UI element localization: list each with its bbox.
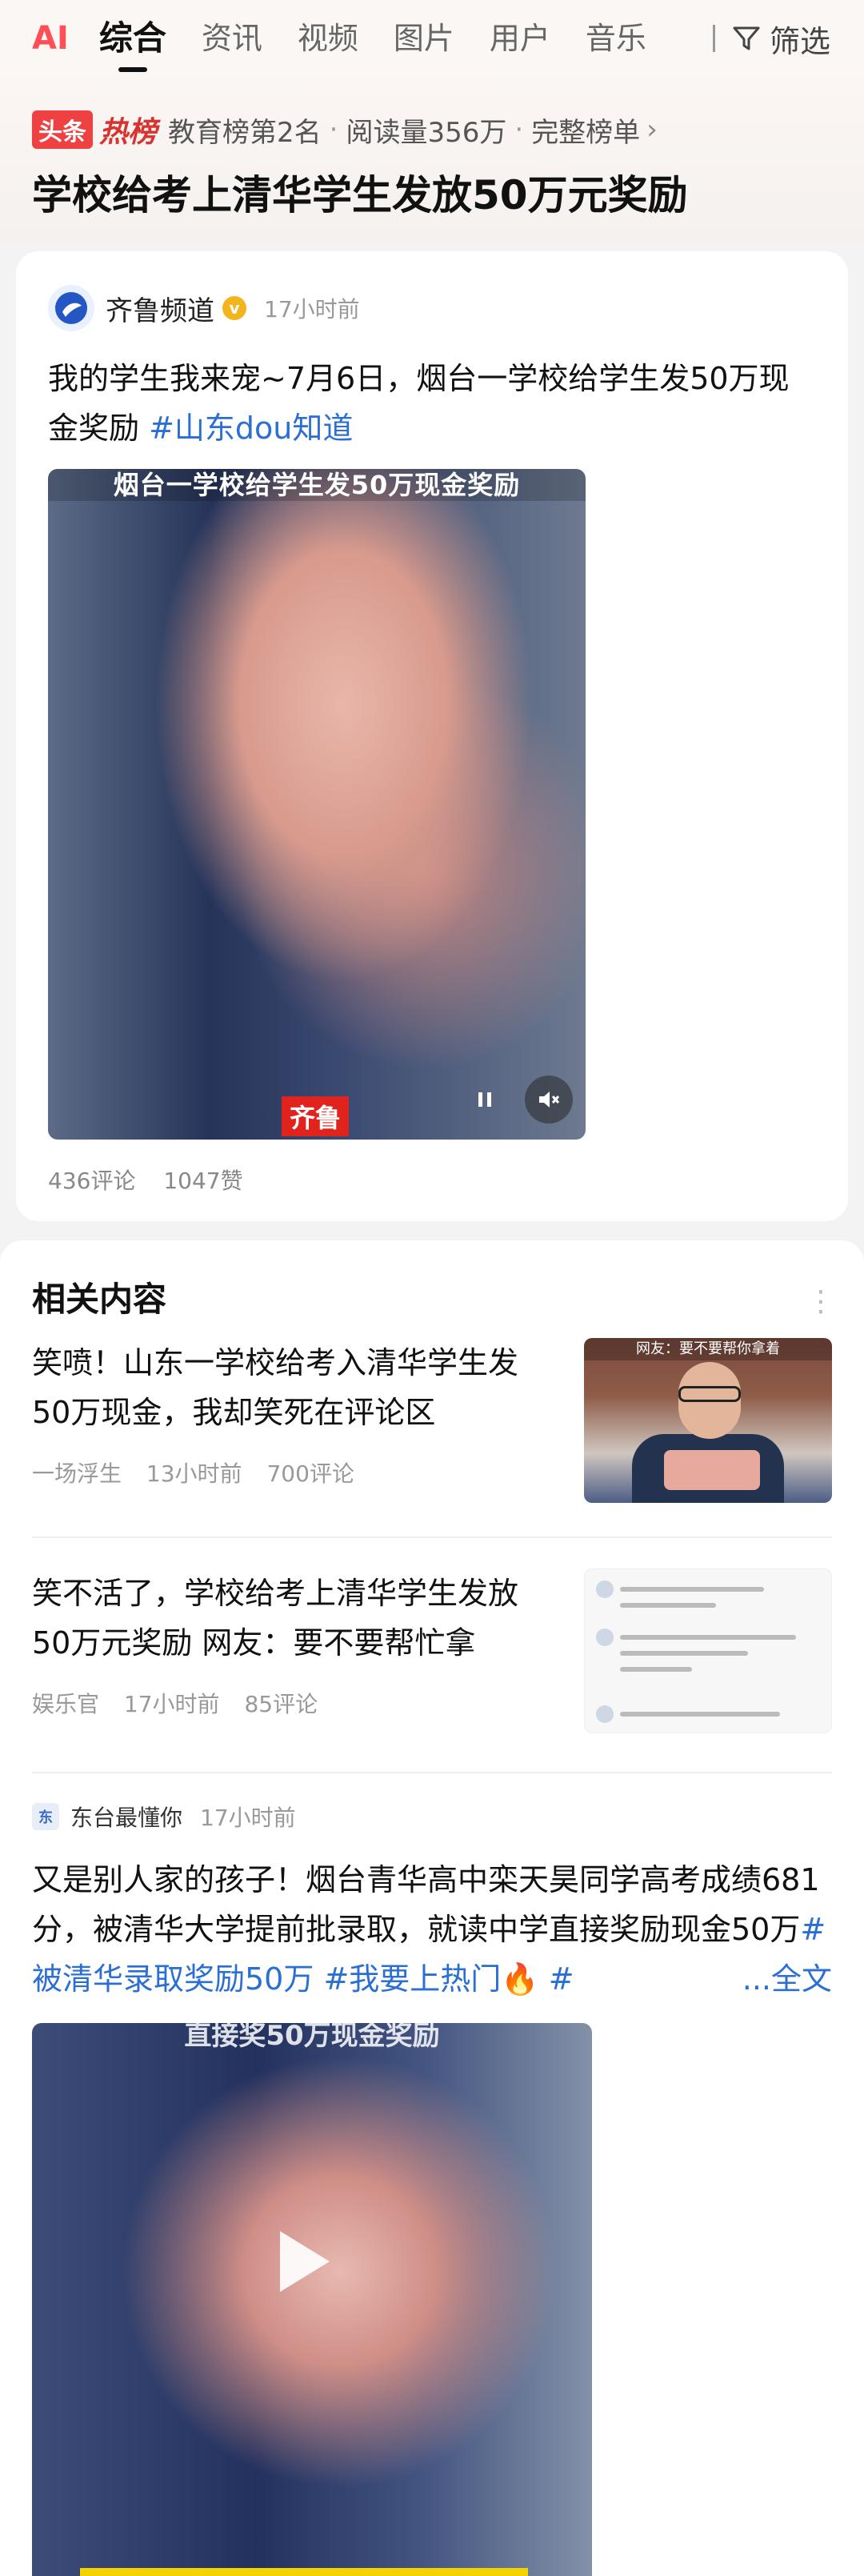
related-item-thumbnail[interactable] (584, 1568, 832, 1733)
comment-line (620, 1587, 764, 1592)
divider (32, 1536, 832, 1538)
video-caption: 烟台一学校给学生发50万现金奖励 (48, 469, 586, 501)
post-source[interactable]: 齐鲁频道 v 17小时前 (48, 285, 360, 331)
toutiao-badge: 头条 (32, 110, 93, 149)
comment-line (620, 1667, 692, 1672)
related-item-comments: 700评论 (266, 1460, 354, 1487)
related-item[interactable]: 笑喷！山东一学校给考入清华学生发50万现金，我却笑死在评论区 一场浮生 13小时… (32, 1338, 832, 1506)
related-item-thumbnail[interactable]: 网友：要不要帮你拿着 (584, 1338, 832, 1503)
comment-avatar (596, 1705, 614, 1723)
chevron-right-icon: › (646, 114, 658, 146)
comment-line (620, 1635, 796, 1640)
feed-time: 17小时前 (200, 1805, 296, 1831)
tab-video[interactable]: 视频 (298, 14, 358, 62)
comment-line (620, 1651, 748, 1656)
video-player[interactable]: 烟台一学校给学生发50万现金奖励 齐鲁 (48, 469, 586, 1140)
tab-users[interactable]: 用户 (490, 14, 550, 62)
divider (32, 1772, 832, 1773)
post-stats: 436评论 1047赞 (48, 1164, 264, 1196)
filter-icon (733, 26, 760, 50)
comment-avatar (596, 1629, 614, 1646)
video-banner-bar (80, 2568, 528, 2576)
source-logo-icon: 东 (32, 1803, 59, 1830)
thumbnail-money (664, 1450, 760, 1490)
channel-logo-icon (48, 285, 94, 331)
comment-line (620, 1712, 780, 1717)
source-name[interactable]: 齐鲁频道 (106, 289, 214, 328)
video-caption: 直接奖50万现金奖励 (184, 2023, 440, 2052)
post-time: 17小时前 (264, 296, 360, 323)
filter-label: 筛选 (769, 23, 830, 59)
feed-source-name[interactable]: 东台最懂你 (70, 1801, 182, 1833)
comment-avatar (596, 1580, 614, 1598)
related-item-time: 13小时前 (146, 1460, 242, 1487)
pause-icon[interactable] (461, 1076, 509, 1124)
related-item-meta: 娱乐官 17小时前 85评论 (32, 1687, 335, 1719)
ai-tab[interactable]: AI (32, 14, 69, 62)
thumbnail-caption: 网友：要不要帮你拿着 (584, 1338, 832, 1360)
read-count: 阅读量356万 (346, 116, 507, 149)
filter-button[interactable]: 筛选 (712, 14, 830, 62)
video-post-card[interactable]: 齐鲁频道 v 17小时前 我的学生我来宠~7月6日，烟台一学校给学生发50万现金… (16, 251, 848, 1221)
thumbnail-glasses (678, 1386, 741, 1402)
related-item-title[interactable]: 笑喷！山东一学校给考入清华学生发50万现金，我却笑死在评论区 (32, 1338, 552, 1437)
hashtag-link[interactable]: # (549, 1961, 574, 1997)
hot-topic-title[interactable]: 学校给考上清华学生发放50万元奖励 (32, 163, 688, 221)
related-item-time: 17小时前 (123, 1691, 220, 1717)
tab-news[interactable]: 资讯 (202, 14, 262, 62)
comment-line (620, 1603, 716, 1608)
related-item-author: 一场浮生 (32, 1460, 122, 1487)
more-options-icon[interactable]: ⋮ (806, 1285, 835, 1318)
related-item-comments: 85评论 (244, 1691, 318, 1717)
dot-separator: · (329, 114, 338, 146)
related-item-meta: 一场浮生 13小时前 700评论 (32, 1456, 372, 1488)
like-count[interactable]: 1047赞 (163, 1168, 242, 1194)
full-list-link[interactable]: 完整榜单 (531, 110, 640, 150)
post-text[interactable]: 我的学生我来宠~7月6日，烟台一学校给学生发50万现金奖励 #山东dou知道 (48, 354, 816, 453)
watermark-logo: 齐鲁 (282, 1096, 350, 1136)
hashtag-link[interactable]: #山东dou知道 (149, 411, 353, 446)
expand-full-text[interactable]: ...全文 (734, 1954, 832, 2004)
feed-post-text[interactable]: 又是别人家的孩子！烟台青华高中栾天昊同学高考成绩681分，被清华大学提前批录取，… (32, 1855, 832, 2004)
related-item[interactable]: 笑不活了，学校给考上清华学生发放50万元奖励 网友：要不要帮忙拿 娱乐官 17小… (32, 1568, 832, 1737)
rank-text: 教育榜第2名 (168, 116, 322, 149)
hot-list-badge: 热榜 (99, 116, 158, 149)
filter-separator (712, 25, 715, 52)
search-tabs: AI 综合 资讯 视频 图片 用户 音乐 (32, 14, 682, 72)
dot-separator: · (514, 114, 524, 146)
related-item-author: 娱乐官 (32, 1691, 100, 1717)
related-title: 相关内容 (32, 1280, 167, 1319)
feed-video-player[interactable]: 直接奖50万现金奖励 (32, 2023, 592, 2576)
play-icon[interactable] (280, 2231, 330, 2292)
tab-images[interactable]: 图片 (394, 14, 454, 62)
tab-comprehensive[interactable]: 综合 (99, 14, 166, 72)
hot-rank-line[interactable]: 头条 热榜 教育榜第2名 · 阅读量356万 · 完整榜单 › (32, 109, 658, 150)
fire-icon: 🔥 (501, 1961, 539, 1997)
feed-post-source[interactable]: 东 东台最懂你 17小时前 (32, 1801, 296, 1833)
tab-music[interactable]: 音乐 (586, 14, 646, 62)
related-item-title[interactable]: 笑不活了，学校给考上清华学生发放50万元奖励 网友：要不要帮忙拿 (32, 1568, 552, 1668)
feed-body: 又是别人家的孩子！烟台青华高中栾天昊同学高考成绩681分，被清华大学提前批录取，… (32, 1862, 820, 1947)
hot-list-header: 头条 热榜 教育榜第2名 · 阅读量356万 · 完整榜单 › 学校给考上清华学… (0, 77, 864, 245)
hashtag-link[interactable]: #我要上热门 (323, 1961, 501, 1997)
verified-icon: v (222, 296, 246, 320)
comment-count[interactable]: 436评论 (48, 1168, 135, 1194)
top-tab-bar: AI 综合 资讯 视频 图片 用户 音乐 筛选 (0, 0, 864, 77)
mute-icon[interactable] (525, 1076, 573, 1124)
